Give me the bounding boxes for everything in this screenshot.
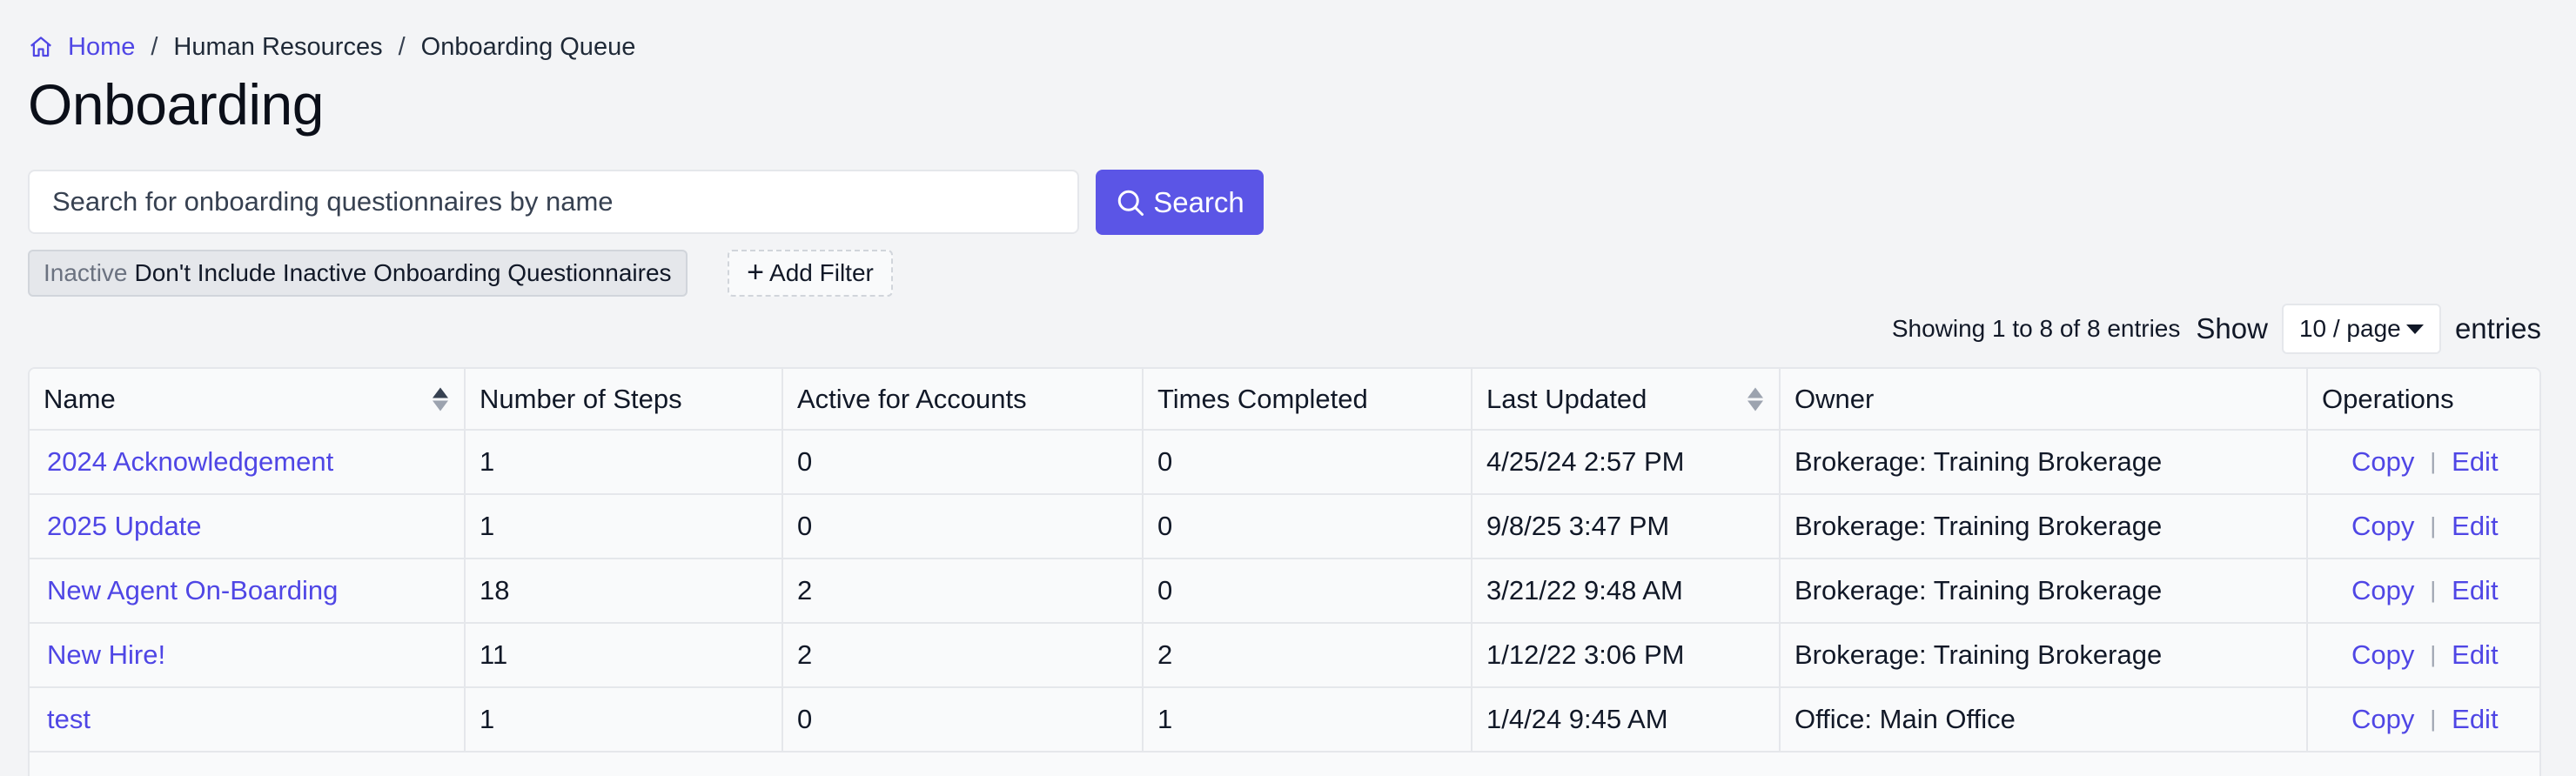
page-title: Onboarding <box>28 72 324 137</box>
operations-separator: | <box>2430 641 2437 667</box>
operations-separator: | <box>2430 448 2437 474</box>
entries-count: Showing 1 to 8 of 8 entries <box>1891 315 2181 342</box>
cell-active-accounts: 2 <box>782 623 1144 688</box>
table-row: New Agent On-Boarding 18 2 0 3/21/22 9:48 AM… <box>30 559 2539 624</box>
search-input[interactable] <box>28 170 1079 234</box>
search-button[interactable]: Search <box>1096 170 1264 235</box>
filter-tag-inactive[interactable]: Inactive Don't Include Inactive Onboardi… <box>28 250 688 297</box>
cell-operations: Copy | Edit <box>2307 559 2539 624</box>
column-header-operations: Operations <box>2307 369 2539 431</box>
search-icon <box>1115 187 1146 218</box>
edit-link[interactable]: Edit <box>2452 639 2498 670</box>
filter-key: Inactive <box>44 259 128 286</box>
page-size-value: 10 / page <box>2298 315 2401 342</box>
entries-label: entries <box>2454 312 2541 345</box>
breadcrumb-human-resources[interactable]: Human Resources <box>173 33 382 62</box>
table-row: 2025 Update 1 0 0 9/8/25 3:47 PM Brokerage: T… <box>30 494 2539 559</box>
cell-operations: Copy | Edit <box>2307 687 2539 753</box>
cell-owner: Brokerage: Training Brokerage <box>1780 559 2308 624</box>
cell-last-updated: 9/8/25 3:47 PM <box>1472 494 1781 559</box>
cell-name: New Agent On-Boarding <box>30 559 466 624</box>
cell-steps: 18 <box>465 559 783 624</box>
cell-times-completed: 0 <box>1143 430 1472 495</box>
breadcrumb-home-link[interactable]: Home <box>68 33 135 62</box>
edit-link[interactable]: Edit <box>2452 575 2498 605</box>
column-header-active: Active for Accounts <box>782 369 1144 431</box>
cell-name: 2024 Acknowledgement <box>30 430 466 495</box>
questionnaire-name-link[interactable]: 2024 Acknowledgement <box>44 446 333 477</box>
search-button-label: Search <box>1153 185 1244 218</box>
cell-times-completed: 0 <box>1143 559 1472 624</box>
cell-active-accounts: 0 <box>782 687 1144 753</box>
page-size-select[interactable]: 10 / page <box>2281 304 2441 354</box>
copy-link[interactable]: Copy <box>2351 575 2414 605</box>
operations-separator: | <box>2430 512 2437 539</box>
chevron-down-icon <box>2405 324 2424 334</box>
cell-operations: Copy | Edit <box>2307 494 2539 559</box>
add-filter-button[interactable]: + Add Filter <box>728 250 893 297</box>
cell-operations: Copy | Edit <box>2307 623 2539 688</box>
cell-operations: Copy | Edit <box>2307 430 2539 495</box>
home-icon[interactable] <box>28 34 54 60</box>
show-label: Show <box>2196 312 2268 345</box>
breadcrumb-separator: / <box>151 32 158 61</box>
table-body: 2024 Acknowledgement 1 0 0 4/25/24 2:57 PM Br… <box>30 430 2539 753</box>
breadcrumb-separator: / <box>398 32 406 61</box>
table-row: New Hire! 11 2 2 1/12/22 3:06 PM Brokerage: T… <box>30 623 2539 688</box>
column-header-name[interactable]: Name <box>30 369 466 431</box>
cell-last-updated: 1/12/22 3:06 PM <box>1472 623 1781 688</box>
column-header-owner: Owner <box>1780 369 2308 431</box>
questionnaire-name-link[interactable]: New Hire! <box>44 639 165 670</box>
breadcrumb-current: Onboarding Queue <box>420 32 636 61</box>
table-row: 2024 Acknowledgement 1 0 0 4/25/24 2:57 PM Br… <box>30 430 2539 495</box>
column-header-label: Last Updated <box>1486 383 1647 414</box>
cell-owner: Brokerage: Training Brokerage <box>1780 494 2308 559</box>
cell-times-completed: 1 <box>1143 687 1472 753</box>
sort-icon[interactable] <box>433 387 448 411</box>
cell-active-accounts: 0 <box>782 430 1144 495</box>
pagination-info: Showing 1 to 8 of 8 entries Show 10 / pa… <box>1892 303 2541 355</box>
cell-last-updated: 4/25/24 2:57 PM <box>1472 430 1781 495</box>
cell-name: test <box>30 687 466 753</box>
cell-name: New Hire! <box>30 623 466 688</box>
edit-link[interactable]: Edit <box>2452 704 2498 734</box>
edit-link[interactable]: Edit <box>2452 511 2498 541</box>
operations-separator: | <box>2430 577 2437 603</box>
filter-value: Don't Include Inactive Onboarding Questi… <box>134 259 672 286</box>
table-header-row: Name Number of Steps Active for Accounts… <box>30 369 2539 431</box>
questionnaire-name-link[interactable]: test <box>44 704 91 734</box>
cell-owner: Office: Main Office <box>1780 687 2308 753</box>
copy-link[interactable]: Copy <box>2351 704 2414 734</box>
column-header-last-updated[interactable]: Last Updated <box>1472 369 1781 431</box>
breadcrumb: Home / Human Resources / Onboarding Queu… <box>28 30 635 64</box>
cell-last-updated: 3/21/22 9:48 AM <box>1472 559 1781 624</box>
plus-icon: + <box>747 255 765 289</box>
cell-name: 2025 Update <box>30 494 466 559</box>
table-row: test 1 0 1 1/4/24 9:45 AM Office: Main Office… <box>30 687 2539 753</box>
column-header-steps: Number of Steps <box>465 369 783 431</box>
copy-link[interactable]: Copy <box>2351 511 2414 541</box>
onboarding-table: Name Number of Steps Active for Accounts… <box>28 367 2541 776</box>
cell-steps: 1 <box>465 494 783 559</box>
cell-steps: 1 <box>465 430 783 495</box>
questionnaire-name-link[interactable]: New Agent On-Boarding <box>44 575 338 605</box>
operations-separator: | <box>2430 706 2437 732</box>
cell-steps: 11 <box>465 623 783 688</box>
copy-link[interactable]: Copy <box>2351 446 2414 477</box>
copy-link[interactable]: Copy <box>2351 639 2414 670</box>
cell-active-accounts: 2 <box>782 559 1144 624</box>
cell-active-accounts: 0 <box>782 494 1144 559</box>
cell-owner: Brokerage: Training Brokerage <box>1780 623 2308 688</box>
column-header-completed: Times Completed <box>1143 369 1472 431</box>
add-filter-label: Add Filter <box>769 259 874 286</box>
cell-times-completed: 0 <box>1143 494 1472 559</box>
cell-times-completed: 2 <box>1143 623 1472 688</box>
cell-steps: 1 <box>465 687 783 753</box>
cell-last-updated: 1/4/24 9:45 AM <box>1472 687 1781 753</box>
cell-owner: Brokerage: Training Brokerage <box>1780 430 2308 495</box>
questionnaire-name-link[interactable]: 2025 Update <box>44 511 202 541</box>
column-header-label: Name <box>44 383 116 414</box>
sort-icon[interactable] <box>1748 387 1763 411</box>
edit-link[interactable]: Edit <box>2452 446 2498 477</box>
